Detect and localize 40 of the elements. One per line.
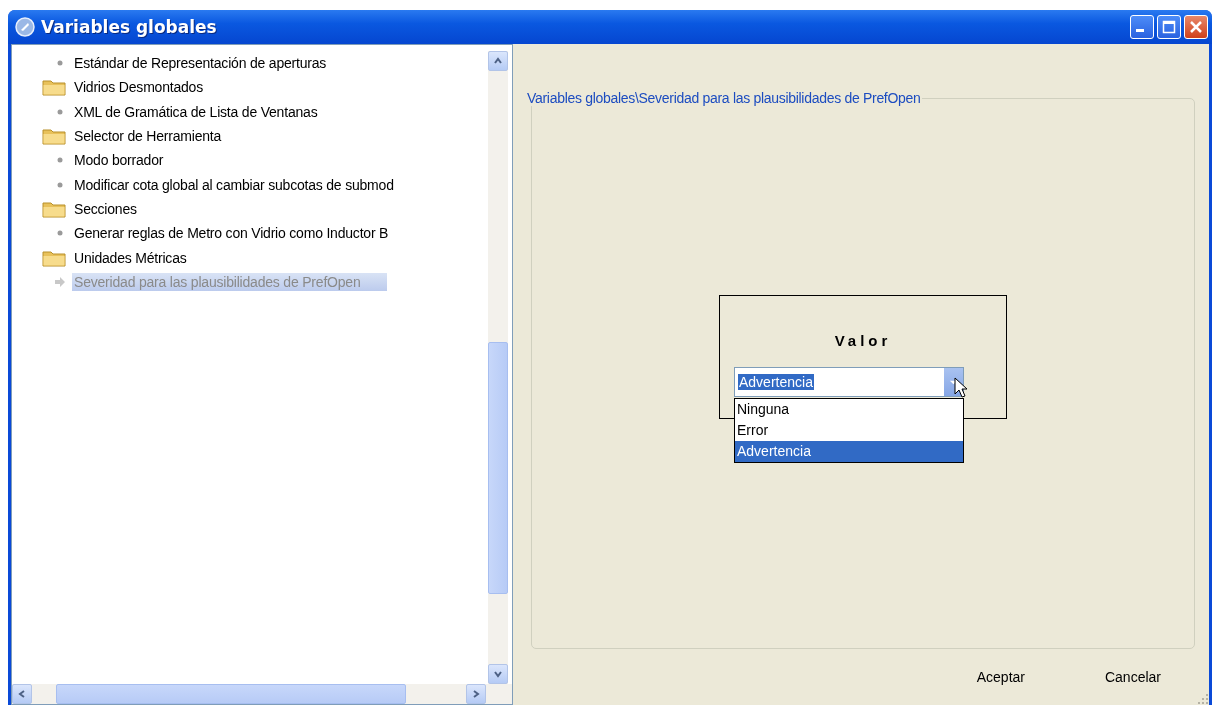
dialog-button[interactable]: Aceptar: [956, 665, 1045, 689]
chevron-up-icon: [493, 56, 503, 66]
combo-box[interactable]: Advertencia: [734, 367, 964, 397]
dialog-button[interactable]: Cancelar: [1084, 665, 1181, 689]
folder-icon: [42, 248, 66, 267]
minimize-icon: [1135, 28, 1144, 32]
scroll-down-button[interactable]: [488, 664, 508, 684]
tree-item[interactable]: Vidrios Desmontados: [72, 78, 205, 97]
scroll-left-button[interactable]: [12, 684, 32, 704]
vertical-scrollbar[interactable]: [488, 51, 508, 684]
tree-item[interactable]: Generar reglas de Metro con Vidrio como Inductor B: [72, 224, 391, 243]
chevron-right-icon: [471, 689, 481, 699]
resize-grip-icon: [1197, 693, 1209, 705]
chevron-left-icon: [17, 689, 27, 699]
tree-item[interactable]: Estándar de Representación de aperturas: [72, 54, 329, 73]
folder-icon: [42, 199, 66, 218]
folder-icon: [42, 78, 66, 97]
tree-item[interactable]: Selector de Herramienta: [72, 127, 224, 146]
app-icon: [15, 17, 35, 37]
group-legend: Variables globales\Severidad para las plausibilidades de PrefOpen: [526, 90, 922, 106]
tree-item[interactable]: Modificar cota global al cambiar subcotas de submod: [72, 175, 396, 194]
close-button[interactable]: [1184, 15, 1208, 39]
tree-item[interactable]: Modo borrador: [72, 151, 166, 170]
tree-item[interactable]: XML de Gramática de Lista de Ventanas: [72, 102, 320, 121]
scroll-right-button[interactable]: [466, 684, 486, 704]
horizontal-scrollbar[interactable]: [12, 684, 512, 704]
tree-item[interactable]: Unidades Métricas: [72, 248, 189, 267]
value-label: Valor: [834, 332, 892, 349]
window-title: Variables globales: [41, 17, 217, 37]
chevron-down-icon: [493, 669, 503, 679]
dropdown-option[interactable]: Error: [735, 420, 963, 441]
scroll-up-button[interactable]: [488, 51, 508, 71]
scroll-thumb[interactable]: [488, 342, 508, 594]
tree-item[interactable]: Secciones: [72, 199, 139, 218]
scroll-thumb[interactable]: [56, 684, 406, 704]
folder-icon: [42, 127, 66, 146]
dropdown-option[interactable]: Advertencia: [735, 441, 963, 462]
minimize-button[interactable]: [1130, 15, 1154, 39]
maximize-button[interactable]: [1157, 15, 1181, 39]
dropdown-option[interactable]: Ninguna: [735, 399, 963, 420]
